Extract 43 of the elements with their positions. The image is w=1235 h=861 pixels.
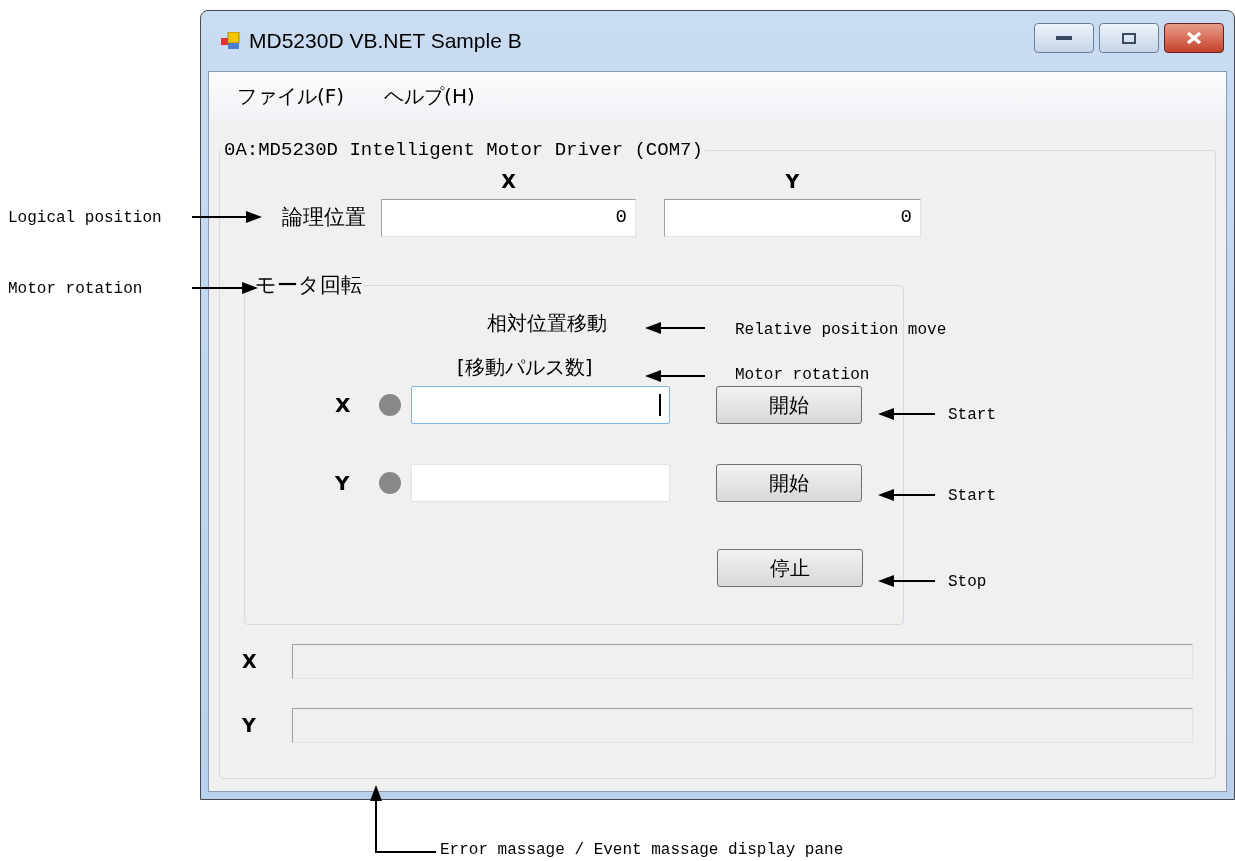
axis-label: X [335, 391, 352, 419]
section-heading: 相対位置移動 [487, 309, 607, 337]
position-field[interactable]: 0 [664, 198, 921, 237]
status-indicator-icon [379, 393, 401, 416]
axis-label: X [242, 648, 258, 674]
annotation-label: Motor rotation [735, 365, 870, 386]
app-icon [221, 32, 241, 50]
pulse-field[interactable] [411, 385, 670, 424]
annotation-label: Motor rotation [8, 279, 143, 300]
position-field[interactable]: 0 [381, 198, 636, 237]
axis-label: Y [335, 469, 351, 497]
arrow [645, 370, 705, 382]
group-title: モータ回転 [254, 274, 363, 296]
arrow [878, 408, 935, 420]
close-icon [1186, 31, 1202, 45]
status-indicator-icon [379, 471, 401, 494]
arrow [192, 211, 262, 223]
window-title: MD5230D VB.NET Sample B [249, 28, 522, 55]
maximize-button[interactable] [1099, 23, 1159, 53]
arrow [370, 785, 436, 853]
column-header: X [500, 169, 517, 195]
arrow [878, 575, 935, 587]
arrow [192, 282, 258, 294]
menu-item[interactable]: ヘルプ(H) [382, 81, 477, 111]
column-header: Y [784, 169, 801, 195]
stop-button[interactable]: 停止 [717, 548, 863, 587]
arrow [878, 489, 935, 501]
menu-item[interactable]: ファイル(F) [235, 81, 347, 111]
start-button[interactable]: 開始 [716, 463, 862, 502]
annotation-label: Start [948, 405, 996, 426]
minimize-button[interactable] [1034, 23, 1094, 53]
annotation-label: Logical position [8, 208, 162, 229]
annotation-label: Stop [948, 572, 987, 593]
arrow [645, 322, 705, 334]
axis-label: Y [242, 712, 257, 738]
section-subheading: [移動パルス数] [457, 353, 593, 381]
annotation-label: Error massage / Event massage display pane [440, 840, 844, 861]
close-button[interactable] [1164, 23, 1224, 53]
start-button[interactable]: 開始 [716, 385, 862, 424]
group-title: 0A:MD5230D Intelligent Motor Driver (COM7) [223, 138, 704, 163]
annotation-label: Start [948, 486, 996, 507]
field-label: 論理位置 [281, 203, 367, 231]
annotation-label: Relative position move [735, 320, 947, 341]
